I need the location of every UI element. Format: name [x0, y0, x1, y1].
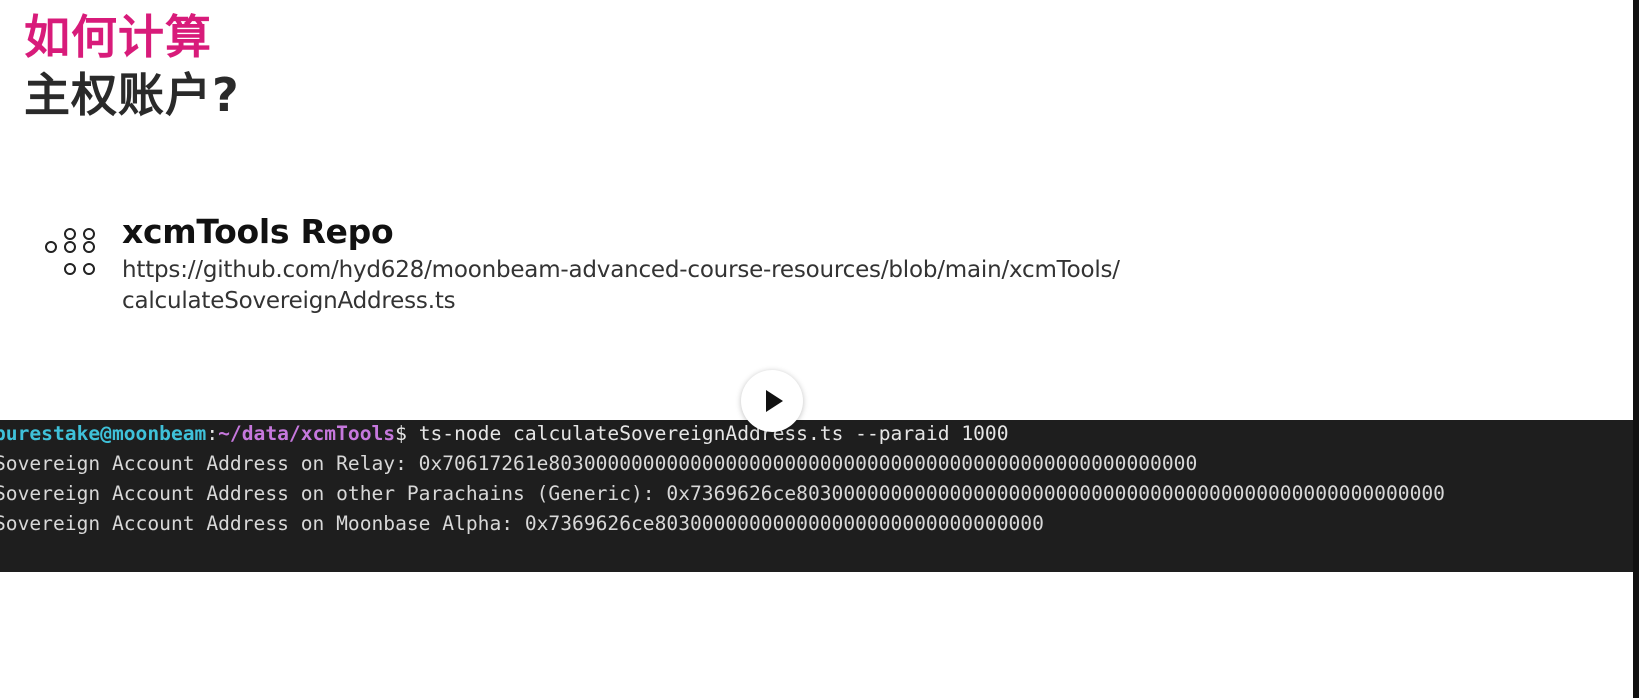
prompt-separator: : — [206, 422, 219, 445]
title-line-main: 主权账户? — [24, 68, 240, 122]
play-icon — [766, 390, 783, 412]
title-line-accent: 如何计算 — [24, 10, 212, 64]
terminal-screenshot: purestake@moonbeam:~/data/xcmTools$ ts-n… — [0, 420, 1633, 572]
terminal-output-line: Sovereign Account Address on Moonbase Al… — [0, 512, 1044, 535]
frame-edge — [1633, 0, 1639, 698]
repo-title: xcmTools Repo — [122, 212, 394, 251]
prompt-user: purestake@moonbeam — [0, 422, 207, 445]
repo-url-line-1[interactable]: https://github.com/hyd628/moonbeam-advan… — [122, 255, 1120, 286]
repo-url[interactable]: https://github.com/hyd628/moonbeam-advan… — [122, 255, 1120, 317]
play-button[interactable] — [741, 370, 803, 432]
prompt-path: ~/data/xcmTools — [218, 422, 396, 445]
terminal-command: ts-node calculateSovereignAddress.ts --p… — [418, 422, 1009, 445]
terminal-output-line: Sovereign Account Address on other Parac… — [0, 482, 1445, 505]
dots-icon — [42, 228, 112, 288]
slide: 如何计算 主权账户? xcmTools Repo https://github.… — [0, 0, 1639, 698]
terminal-output-line: Sovereign Account Address on Relay: 0x70… — [0, 452, 1198, 475]
repo-url-line-2[interactable]: calculateSovereignAddress.ts — [122, 286, 1120, 317]
prompt-symbol: $ — [395, 422, 419, 445]
slide-title: 如何计算 主权账户? — [24, 8, 240, 124]
terminal-prompt-line: purestake@moonbeam:~/data/xcmTools$ ts-n… — [0, 422, 1009, 445]
